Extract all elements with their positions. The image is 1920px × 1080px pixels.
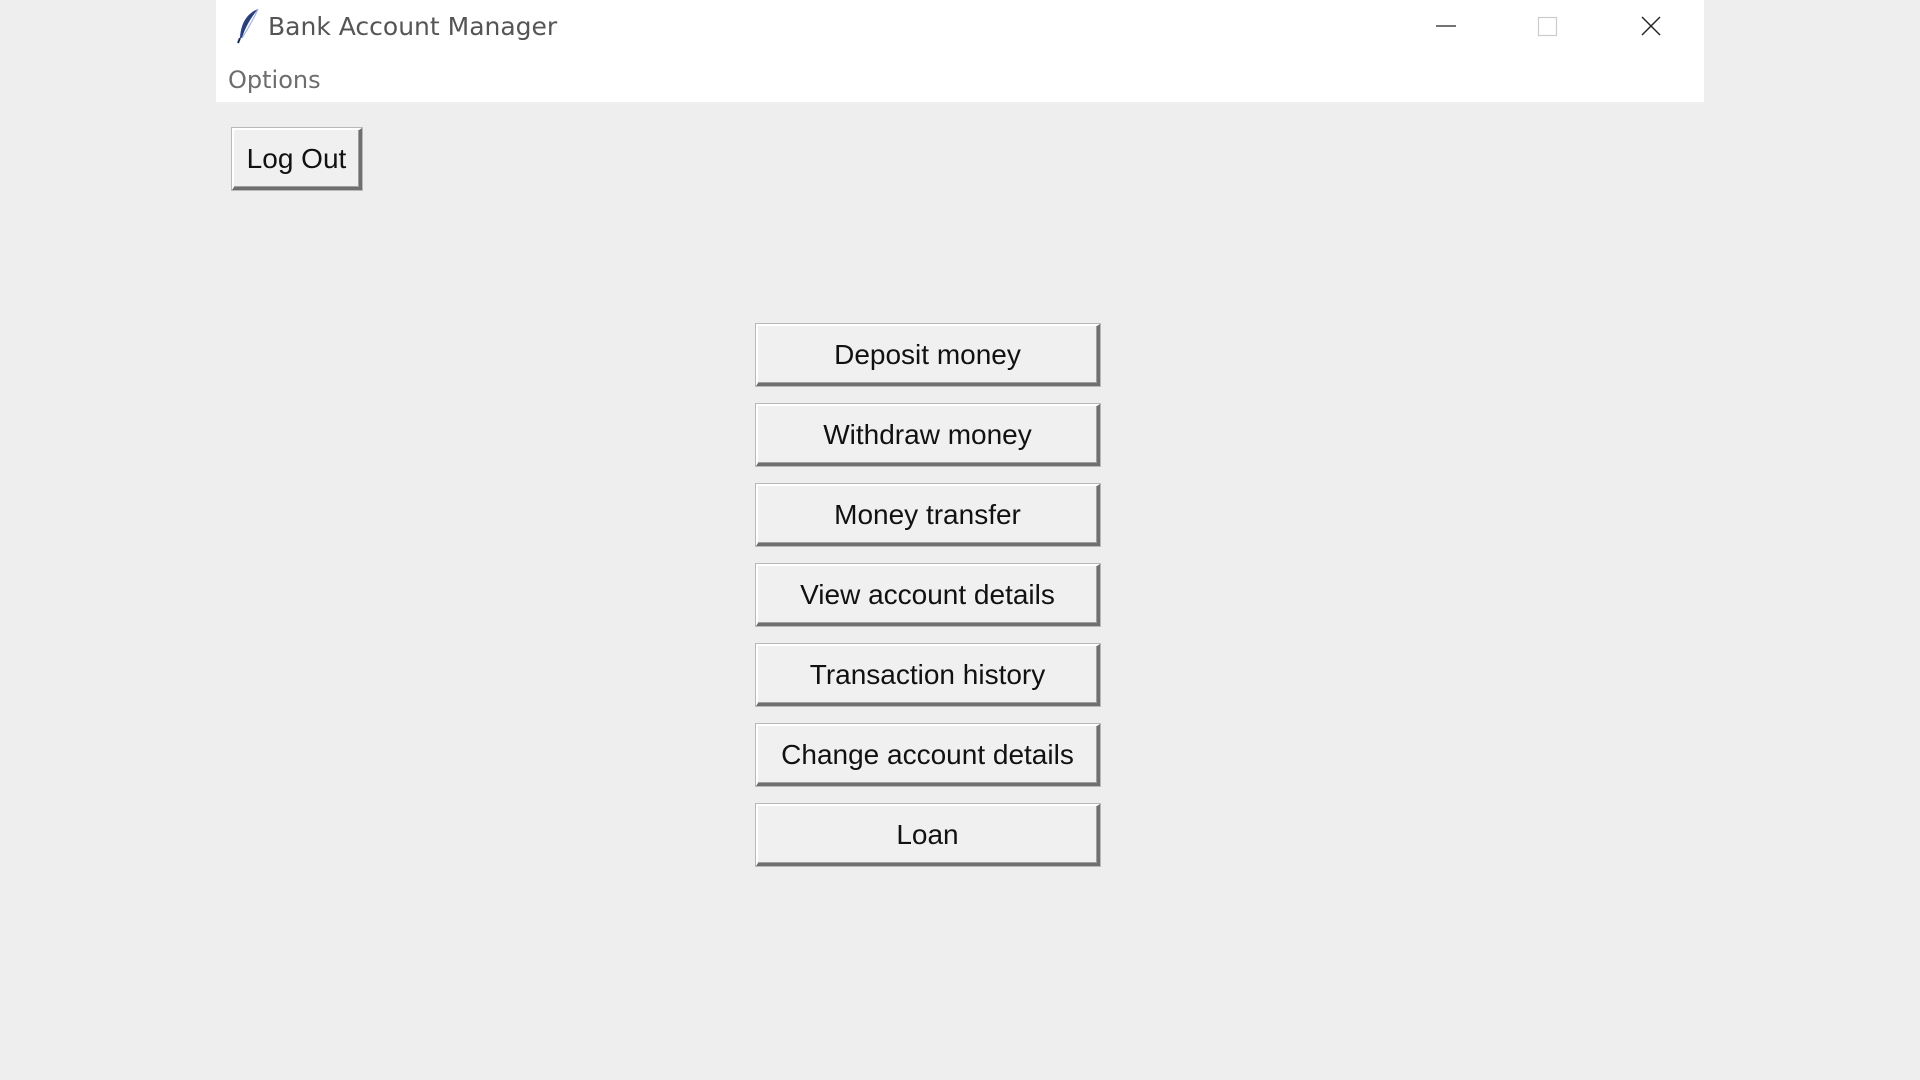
menu-options[interactable]: Options (226, 66, 323, 94)
logout-button[interactable]: Log Out (232, 128, 362, 190)
window-chrome: Bank Account Manager Options (0, 0, 1920, 104)
view-account-details-button[interactable]: View account details (756, 564, 1100, 626)
deposit-money-button[interactable]: Deposit money (756, 324, 1100, 386)
feather-icon (237, 8, 259, 44)
maximize-button[interactable] (1494, 0, 1598, 52)
window-title: Bank Account Manager (268, 12, 558, 41)
menu-bar: Options (216, 56, 1704, 104)
minimize-button[interactable] (1392, 0, 1496, 52)
money-transfer-button[interactable]: Money transfer (756, 484, 1100, 546)
maximize-icon (1537, 16, 1558, 37)
close-button[interactable] (1600, 0, 1704, 52)
close-icon (1641, 16, 1661, 36)
loan-button[interactable]: Loan (756, 804, 1100, 866)
title-bar[interactable]: Bank Account Manager (216, 0, 1704, 56)
change-account-details-button[interactable]: Change account details (756, 724, 1100, 786)
transaction-history-button[interactable]: Transaction history (756, 644, 1100, 706)
withdraw-money-button[interactable]: Withdraw money (756, 404, 1100, 466)
minimize-icon (1436, 25, 1456, 27)
